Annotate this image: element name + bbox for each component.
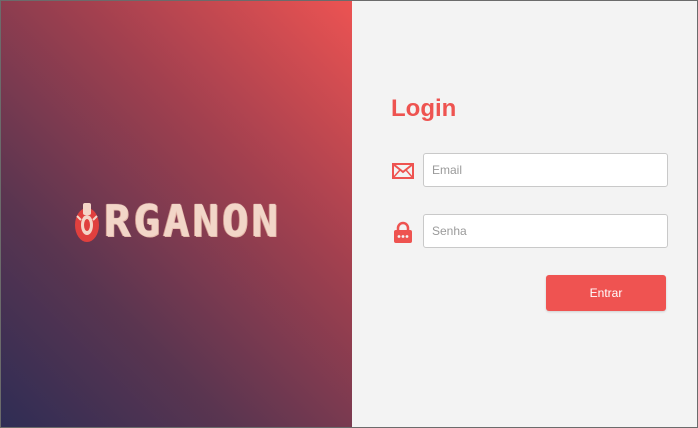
- email-input[interactable]: [423, 153, 668, 187]
- envelope-icon: [391, 159, 415, 183]
- brand-panel: RGANON: [1, 1, 352, 427]
- login-button[interactable]: Entrar: [546, 275, 666, 311]
- password-input[interactable]: [423, 214, 668, 248]
- login-title: Login: [391, 95, 457, 122]
- lock-icon: [391, 220, 415, 244]
- organon-logo: RGANON: [1, 187, 352, 257]
- login-panel: Login Entrar: [352, 1, 697, 427]
- logo-wordmark: RGANON: [104, 196, 281, 247]
- app-window: RGANON Login Entrar: [0, 0, 698, 428]
- logo-o-emblem: [72, 200, 102, 246]
